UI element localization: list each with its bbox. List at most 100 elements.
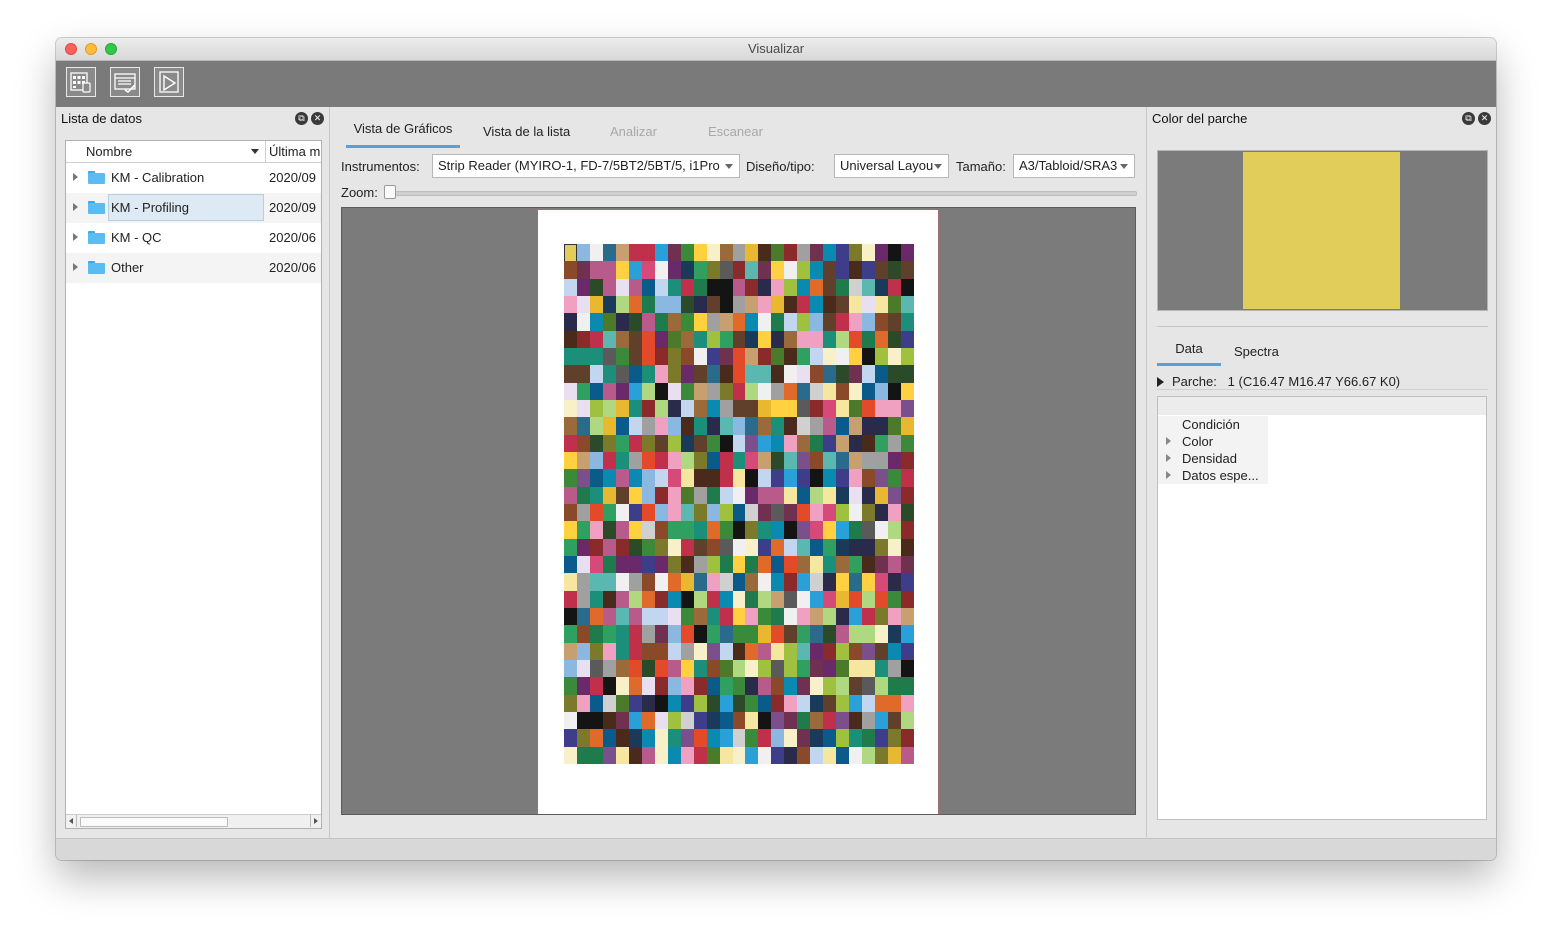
color-patch[interactable] [797,382,811,401]
color-patch[interactable] [771,608,785,626]
color-patch[interactable] [810,712,824,730]
color-patch[interactable] [823,608,837,626]
color-patch[interactable] [719,573,733,591]
color-patch[interactable] [628,296,643,314]
color-patch[interactable] [654,729,668,747]
color-patch[interactable] [901,677,915,695]
color-patch[interactable] [628,434,643,453]
color-patch[interactable] [732,573,746,591]
color-patch[interactable] [680,365,694,383]
color-patch[interactable] [628,365,643,383]
color-patch[interactable] [667,486,681,505]
color-patch[interactable] [719,521,733,539]
color-patch[interactable] [680,504,694,522]
color-patch[interactable] [849,313,863,331]
color-patch[interactable] [758,746,772,765]
color-patch[interactable] [732,382,746,401]
color-patch[interactable] [719,590,733,609]
color-patch[interactable] [589,729,604,747]
property-row-color[interactable]: Color [1158,433,1268,451]
color-patch[interactable] [693,590,707,609]
color-patch[interactable] [615,348,630,366]
color-patch[interactable] [589,608,604,626]
color-patch[interactable] [719,330,733,349]
color-patch[interactable] [745,712,759,730]
color-patch[interactable] [732,330,746,349]
color-patch[interactable] [797,296,811,314]
color-patch[interactable] [654,486,668,505]
color-patch[interactable] [797,417,811,435]
color-patch[interactable] [901,469,915,487]
color-patch[interactable] [901,348,915,366]
color-patch[interactable] [732,608,746,626]
color-patch[interactable] [589,365,604,383]
color-patch[interactable] [641,452,656,470]
color-patch[interactable] [849,538,863,557]
color-patch[interactable] [576,729,591,747]
color-patch[interactable] [693,400,707,418]
color-patch[interactable] [745,417,759,435]
color-patch[interactable] [693,382,707,401]
color-patch[interactable] [771,729,785,747]
color-patch[interactable] [654,625,668,643]
color-patch[interactable] [576,452,591,470]
color-patch[interactable] [615,538,630,557]
color-patch[interactable] [602,452,617,470]
color-patch[interactable] [784,712,798,730]
color-patch[interactable] [836,660,850,678]
color-patch[interactable] [680,573,694,591]
color-patch[interactable] [667,677,681,695]
color-patch[interactable] [836,625,850,643]
color-patch[interactable] [810,625,824,643]
color-patch[interactable] [784,625,798,643]
color-patch[interactable] [589,677,604,695]
color-patch[interactable] [576,521,591,539]
color-patch[interactable] [875,573,889,591]
color-patch[interactable] [654,677,668,695]
color-patch[interactable] [810,261,824,279]
color-patch[interactable] [784,348,798,366]
color-patch[interactable] [732,261,746,279]
color-patch[interactable] [602,486,617,505]
color-patch[interactable] [680,296,694,314]
color-patch[interactable] [693,521,707,539]
color-patch[interactable] [654,608,668,626]
color-patch[interactable] [576,590,591,609]
color-patch[interactable] [589,625,604,643]
color-patch[interactable] [836,504,850,522]
color-patch[interactable] [901,521,915,539]
color-patch[interactable] [602,694,617,713]
color-patch[interactable] [784,608,798,626]
color-patch[interactable] [706,452,720,470]
color-patch[interactable] [901,694,915,713]
color-patch[interactable] [693,677,707,695]
color-patch[interactable] [797,486,811,505]
color-patch[interactable] [641,712,656,730]
color-patch[interactable] [615,313,630,331]
color-patch[interactable] [862,608,876,626]
color-patch[interactable] [680,278,694,297]
color-patch[interactable] [836,382,850,401]
color-patch[interactable] [589,382,604,401]
color-patch[interactable] [693,556,707,574]
color-patch[interactable] [862,660,876,678]
color-patch[interactable] [706,642,720,661]
zoom-slider-knob[interactable] [384,185,396,199]
column-header-name[interactable]: Nombre [66,141,266,162]
tab-data[interactable]: Data [1157,341,1221,366]
color-patch[interactable] [797,469,811,487]
color-patch[interactable] [771,400,785,418]
color-patch[interactable] [628,504,643,522]
color-patch[interactable] [719,677,733,695]
color-patch[interactable] [745,486,759,505]
color-patch[interactable] [693,608,707,626]
color-patch[interactable] [732,434,746,453]
color-patch[interactable] [680,521,694,539]
color-patch[interactable] [667,382,681,401]
color-patch[interactable] [706,278,720,297]
color-patch[interactable] [628,712,643,730]
color-patch[interactable] [680,261,694,279]
color-patch[interactable] [784,330,798,349]
color-patch[interactable] [745,677,759,695]
scroll-right-icon[interactable] [314,818,318,824]
